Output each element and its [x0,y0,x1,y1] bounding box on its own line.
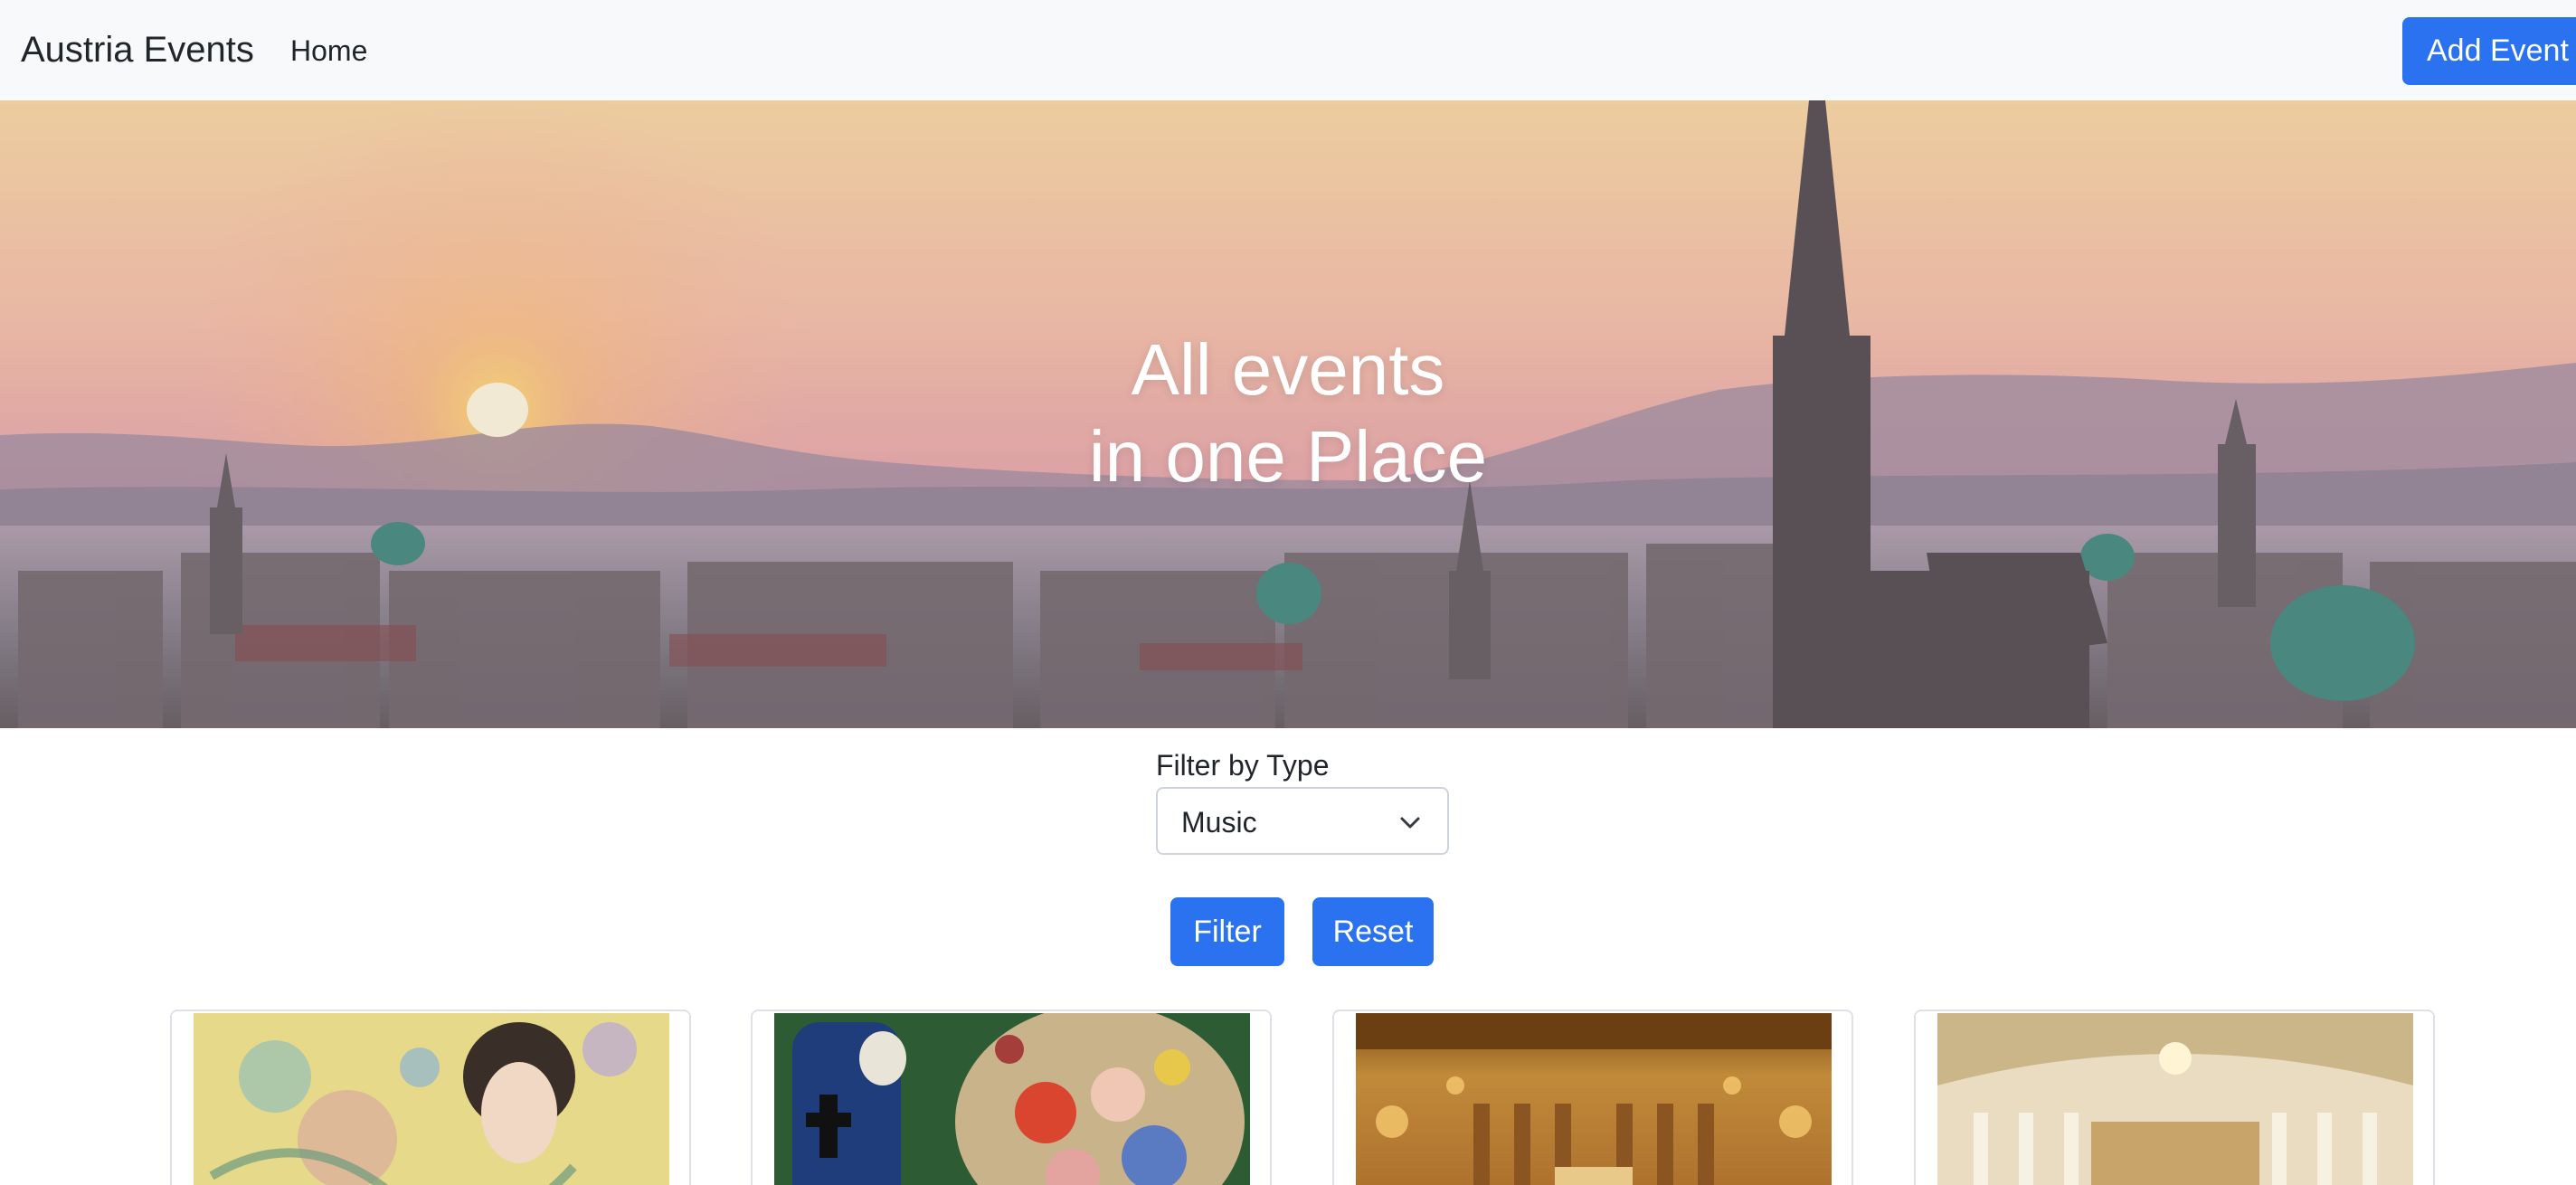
add-event-button[interactable]: Add Event [2402,17,2576,85]
white-gold-concert-hall-image[interactable] [1937,1013,2413,1185]
hero-title-line-1: All events [1131,329,1445,410]
event-card[interactable] [1332,1010,1853,1185]
event-type-select[interactable]: Music [1156,787,1449,855]
event-type-selected-value: Music [1181,806,1257,839]
hero-title: All events in one Place [926,327,1650,500]
brand-link[interactable]: Austria Events [21,27,254,72]
reset-button[interactable]: Reset [1312,897,1434,966]
navbar: Austria Events Home Add Event [0,0,2576,100]
nav-home-link[interactable]: Home [290,33,367,69]
filter-button[interactable]: Filter [1170,897,1284,966]
hero-title-line-2: in one Place [1088,416,1488,497]
klimt-lady-with-fan-image[interactable] [194,1013,669,1185]
filter-by-type-label: Filter by Type [1156,749,1330,782]
klimt-death-and-life-image[interactable] [774,1013,1250,1185]
event-card[interactable] [751,1010,1272,1185]
golden-concert-hall-image[interactable] [1356,1013,1832,1185]
event-card[interactable] [170,1010,691,1185]
hero-banner: All events in one Place [0,100,2576,728]
chevron-down-icon [1400,817,1420,829]
event-card[interactable] [1914,1010,2435,1185]
